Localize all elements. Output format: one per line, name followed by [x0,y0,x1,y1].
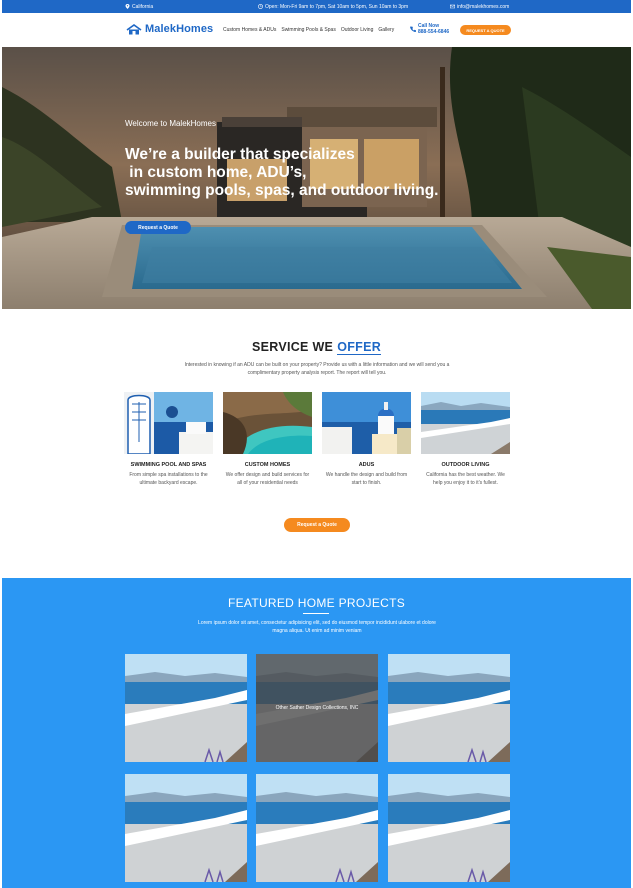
services-description: Interested in knowing if an ADU can be b… [184,362,450,376]
top-info-bar: California Open: Mon-Fri 9am to 7pm, Sat… [2,0,631,13]
project-overlay: Other Sather Design Collections, INC [256,654,378,762]
project-image [256,774,378,882]
hero-title-line: swimming pools, spas, and outdoor living… [125,182,439,199]
menu-item-pools-spas[interactable]: Swimming Pools & Spas [281,27,335,33]
email-info[interactable]: info@malekhomes.com [450,4,509,10]
location-info: California [125,4,153,10]
hero-welcome-text: Welcome to MalekHomes [125,119,216,128]
hours-info: Open: Mon-Fri 9am to 7pm, Sat 10am to 5p… [258,4,408,10]
service-card-title: OUTDOOR LIVING [441,462,490,468]
menu-item-custom-homes[interactable]: Custom Homes & ADUs [223,27,276,33]
project-tile[interactable] [388,774,510,882]
location-text: California [132,3,154,10]
email-link[interactable]: info@malekhomes.com [457,4,509,10]
service-image [223,392,312,454]
menu-item-outdoor-living[interactable]: Outdoor Living [341,27,374,33]
envelope-icon [450,4,455,9]
service-image [124,392,213,454]
project-image [388,654,510,762]
service-card-outdoor-living[interactable]: OUTDOOR LIVING California has the best w… [421,392,510,487]
service-card-adus[interactable]: ADUS We handle the design and build from… [322,392,411,487]
service-image [322,392,411,454]
project-tile[interactable]: Other Sather Design Collections, INC [256,654,378,762]
call-now[interactable]: Call Now 888-554-6846 [410,23,449,35]
project-tile[interactable] [125,774,247,882]
hero-title-line: in custom home, ADU’s, [125,164,307,181]
services-title-highlight: OFFER [337,340,382,355]
hero-title-line: We’re a builder that specializes [125,146,355,163]
featured-description: Lorem ipsum dolor sit amet, consectetur … [198,620,436,634]
project-image [388,774,510,882]
project-tile[interactable] [256,774,378,882]
main-menu: Custom Homes & ADUs Swimming Pools & Spa… [223,27,394,33]
request-quote-button-header[interactable]: REQUEST A QUOTE [460,25,511,35]
service-card-text: We handle the design and build from star… [325,472,408,486]
title-divider [303,613,329,614]
services-title: SERVICE WE OFFER [0,340,633,355]
request-quote-button-hero[interactable]: Request a Quote [125,221,191,234]
project-image [125,654,247,762]
logo-text: MalekHomes [145,23,214,35]
service-card-text: California has the best weather. We help… [426,472,505,486]
service-card-title: CUSTOM HOMES [244,462,291,468]
hero-title: We’re a builder that specializes in cust… [125,146,505,200]
request-quote-button-services[interactable]: Request a Quote [284,518,350,532]
logo[interactable]: MalekHomes [126,23,213,35]
service-card-title: SWIMMING POOL AND SPAS [130,462,207,468]
project-tile[interactable] [125,654,247,762]
project-overlay-text: Other Sather Design Collections, INC [275,705,359,711]
main-header: MalekHomes Custom Homes & ADUs Swimming … [2,13,631,47]
house-icon [126,23,142,34]
services-title-plain: SERVICE WE [251,340,334,354]
service-card-text: From simple spa installations to the ult… [129,472,208,486]
service-card-pools[interactable]: SWIMMING POOL AND SPAS From simple spa i… [124,392,213,487]
featured-projects-section: FEATURED HOME PROJECTS Lorem ipsum dolor… [2,578,631,888]
service-card-custom-homes[interactable]: CUSTOM HOMES We offer design and build s… [223,392,312,487]
service-image [421,392,510,454]
services-cards: SWIMMING POOL AND SPAS From simple spa i… [124,392,510,487]
map-pin-icon [125,4,130,9]
phone-number[interactable]: 888-554-6846 [418,29,449,35]
phone-icon [410,26,416,32]
featured-title: FEATURED HOME PROJECTS [227,596,406,610]
project-tile[interactable] [388,654,510,762]
hero-section: Welcome to MalekHomes We’re a builder th… [2,47,631,309]
service-card-text: We offer design and build services for a… [225,472,310,486]
hours-text: Open: Mon-Fri 9am to 7pm, Sat 10am to 5p… [265,3,409,10]
service-card-title: ADUS [358,462,375,468]
menu-item-gallery[interactable]: Gallery [378,27,394,33]
clock-icon [258,4,263,9]
project-image [125,774,247,882]
